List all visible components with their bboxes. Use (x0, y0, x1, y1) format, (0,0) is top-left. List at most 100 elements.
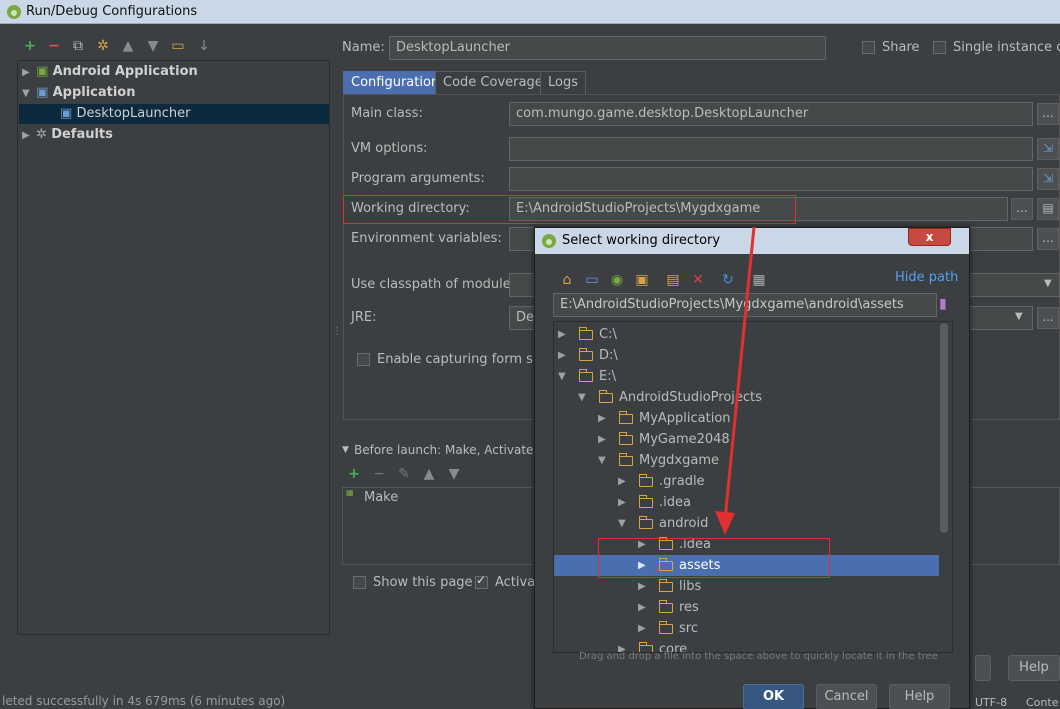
minus-icon[interactable]: − (46, 38, 62, 54)
before-launch-header: Before launch: Make, Activate too (354, 443, 557, 457)
project-icon[interactable]: ◉ (609, 272, 625, 288)
tree-item-desktoplauncher[interactable]: ▣ DesktopLauncher (19, 104, 329, 124)
expand-icon[interactable]: ⇲ (1037, 138, 1059, 160)
main-class-field[interactable]: com.mungo.game.desktop.DesktopLauncher (509, 102, 1033, 126)
tree-row-label: libs (679, 579, 702, 594)
drag-drop-hint: Drag and drop a file into the space abov… (579, 651, 938, 662)
chevron-right-icon[interactable]: ▶ (598, 408, 606, 429)
show-page-checkbox[interactable] (353, 576, 366, 589)
single-instance-checkbox[interactable] (933, 41, 946, 54)
tree-row-label: .gradle (659, 474, 705, 489)
annotation-arrow (715, 226, 756, 535)
tree-row-label: .idea (659, 495, 691, 510)
tree-row-label: res (679, 600, 699, 615)
tree-row[interactable]: ▶ res (554, 597, 939, 618)
arrow-up-icon[interactable]: ▲ (120, 38, 136, 54)
chevron-right-icon[interactable]: ▶ (638, 597, 646, 618)
chevron-right-icon[interactable]: ▶ (618, 471, 626, 492)
copy-icon[interactable]: ⧉ (70, 38, 86, 54)
dialog-title: Select working directory (562, 233, 721, 248)
chevron-down-icon[interactable]: ▼ (618, 513, 626, 534)
chevron-down-icon[interactable]: ▼ (558, 366, 566, 387)
module-folder-icon[interactable]: ▣ (634, 272, 650, 288)
sort-icon[interactable]: ↓ (196, 38, 212, 54)
encoding-label[interactable]: UTF-8 (975, 696, 1007, 709)
single-instance-label: Single instance onl (953, 40, 1060, 55)
plus-icon[interactable]: + (22, 38, 38, 54)
status-bar: leted successfully in 4s 679ms (6 minute… (2, 694, 286, 708)
hide-path-link[interactable]: Hide path (895, 270, 958, 285)
tree-row[interactable]: ▶ libs (554, 576, 939, 597)
tab-logs[interactable]: Logs (540, 71, 586, 94)
arrow-down-icon[interactable]: ▼ (145, 38, 161, 54)
chevron-right-icon[interactable]: ▶ (638, 618, 646, 639)
plus-icon[interactable]: + (346, 466, 362, 482)
tree-row[interactable]: ▶ src (554, 618, 939, 639)
environment-variables-label: Environment variables: (351, 231, 502, 246)
program-arguments-label: Program arguments: (351, 171, 485, 186)
tab-configuration[interactable]: Configuration (343, 71, 448, 94)
environment-variables-browse-button[interactable]: ... (1037, 228, 1059, 250)
jre-browse-button[interactable]: ... (1037, 307, 1059, 329)
help-button[interactable]: Help (889, 684, 950, 709)
chevron-down-icon[interactable]: ▼ (22, 84, 32, 104)
chevron-down-icon[interactable]: ▼ (578, 387, 586, 408)
name-field[interactable]: DesktopLauncher (389, 36, 826, 60)
chevron-right-icon[interactable]: ▶ (638, 576, 646, 597)
chevron-right-icon[interactable]: ▶ (558, 324, 566, 345)
minus-icon[interactable]: − (371, 466, 387, 482)
chevron-right-icon[interactable]: ▶ (618, 492, 626, 513)
pencil-icon[interactable]: ✎ (396, 466, 412, 482)
share-checkbox[interactable] (862, 41, 875, 54)
new-folder-icon[interactable]: ▤ (665, 272, 681, 288)
folder-icon (658, 621, 673, 634)
tree-item-android-application[interactable]: ▶ ▣ Android Application (22, 62, 198, 82)
ok-button[interactable]: OK (743, 684, 804, 709)
tab-code-coverage[interactable]: Code Coverage (435, 71, 551, 94)
name-label: Name: (342, 40, 385, 55)
tree-scrollbar[interactable] (940, 323, 948, 533)
tree-row-label: D:\ (599, 348, 618, 363)
chevron-down-icon[interactable]: ▼ (598, 450, 606, 471)
folder-icon[interactable]: ▭ (170, 38, 186, 54)
highlight-box (343, 195, 796, 224)
tree-item-defaults[interactable]: ▶ ✲ Defaults (22, 125, 113, 145)
expand-icon[interactable]: ⇲ (1037, 168, 1059, 190)
activate-checkbox[interactable]: ✓ (475, 573, 488, 589)
home-icon[interactable]: ⌂ (559, 272, 575, 288)
chevron-right-icon[interactable]: ▶ (558, 345, 566, 366)
chevron-down-icon[interactable]: ▼ (1015, 311, 1023, 322)
activate-label: Activa (495, 575, 536, 590)
history-icon[interactable]: ▮ (939, 296, 947, 312)
wrench-icon[interactable]: ✲ (95, 38, 111, 54)
vm-options-label: VM options: (351, 141, 428, 156)
folder-icon (638, 474, 653, 487)
chevron-right-icon[interactable]: ▶ (22, 63, 32, 83)
program-arguments-field[interactable] (509, 167, 1033, 191)
help-button[interactable]: Help (1008, 655, 1060, 681)
main-class-browse-button[interactable]: ... (1037, 103, 1059, 125)
folder-icon (638, 495, 653, 508)
desktop-icon[interactable]: ▭ (584, 272, 600, 288)
chevron-down-icon[interactable]: ▼ (342, 445, 349, 455)
show-page-label: Show this page (373, 575, 473, 590)
main-class-label: Main class: (351, 106, 423, 121)
close-button[interactable]: x (908, 228, 951, 246)
tree-item-application[interactable]: ▼ ▣ Application (22, 83, 136, 103)
apply-button-partial[interactable] (975, 655, 991, 681)
arrow-up-icon[interactable]: ▲ (421, 466, 437, 482)
chevron-right-icon[interactable]: ▶ (22, 126, 32, 146)
jre-label: JRE: (351, 310, 377, 325)
splitter-handle[interactable]: ⋮ (332, 327, 342, 337)
working-directory-browse-button[interactable]: ... (1011, 198, 1033, 220)
folder-icon (578, 348, 593, 361)
vm-options-field[interactable] (509, 137, 1033, 161)
chevron-right-icon[interactable]: ▶ (598, 429, 606, 450)
cancel-button[interactable]: Cancel (816, 684, 877, 709)
enable-capturing-checkbox[interactable] (357, 353, 370, 366)
arrow-down-icon[interactable]: ▼ (446, 466, 462, 482)
enable-capturing-label: Enable capturing form sna (377, 352, 550, 367)
make-item[interactable]: Make (364, 490, 398, 505)
macro-icon[interactable]: ▤ (1037, 198, 1059, 220)
chevron-down-icon[interactable]: ▼ (1044, 278, 1052, 289)
